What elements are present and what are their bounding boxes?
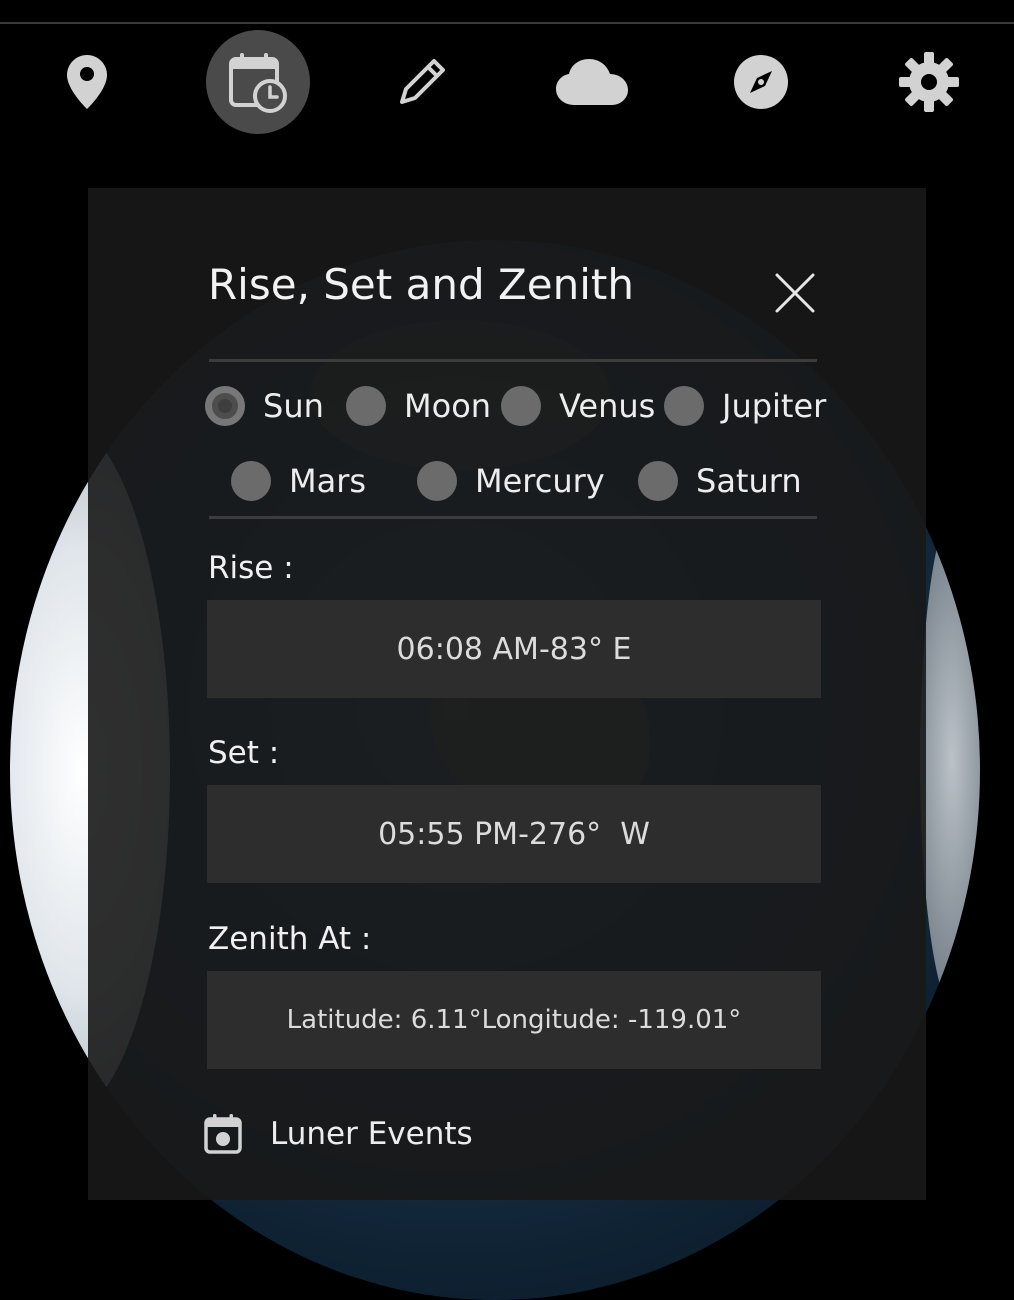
radio-venus[interactable]: Venus (501, 386, 655, 426)
set-azimuth: 276° W (528, 816, 650, 852)
zenith-latitude: Latitude: 6.11° (286, 1005, 482, 1035)
rise-value-box: 06:08 AM - 83° E (207, 600, 821, 698)
set-value-box: 05:55 PM - 276° W (207, 785, 821, 883)
weather-tool-button[interactable] (540, 30, 644, 134)
status-bar-divider (0, 22, 1014, 24)
radio-button-selected (205, 386, 245, 426)
rise-label: Rise : (208, 550, 294, 586)
lunar-events-label: Luner Events (270, 1116, 473, 1152)
rise-set-zenith-dialog: Rise, Set and Zenith Sun Moon Venus Jupi… (88, 188, 926, 1200)
radio-moon[interactable]: Moon (346, 386, 491, 426)
rise-azimuth: 83° E (549, 631, 632, 667)
separator: - (538, 631, 550, 667)
radio-jupiter[interactable]: Jupiter (664, 386, 826, 426)
dialog-title: Rise, Set and Zenith (208, 260, 634, 309)
calendar-clock-icon (229, 53, 287, 113)
divider (209, 359, 817, 362)
zenith-longitude: Longitude: -119.01° (481, 1005, 742, 1035)
radio-mars[interactable]: Mars (231, 461, 366, 501)
radio-saturn[interactable]: Saturn (638, 461, 802, 501)
radio-button (501, 386, 541, 426)
divider (209, 516, 817, 519)
radio-button (417, 461, 457, 501)
rise-time: 06:08 AM (396, 631, 539, 667)
separator: - (518, 816, 529, 852)
cloud-icon (556, 59, 628, 105)
rise-set-tool-button[interactable] (206, 30, 310, 134)
compass-tool-button[interactable] (709, 30, 813, 134)
radio-mercury[interactable]: Mercury (417, 461, 605, 501)
radio-sun[interactable]: Sun (205, 386, 324, 426)
ice-rim (920, 500, 980, 1020)
calendar-moon-icon (204, 1114, 242, 1154)
radio-button (638, 461, 678, 501)
set-time: 05:55 PM (378, 816, 519, 852)
settings-tool-button[interactable] (877, 30, 981, 134)
radio-button (231, 461, 271, 501)
radio-button (664, 386, 704, 426)
gear-icon (899, 52, 959, 112)
zenith-label: Zenith At : (208, 921, 372, 957)
location-pin-icon (67, 55, 107, 109)
set-label: Set : (208, 735, 280, 771)
pencil-icon (400, 59, 445, 104)
draw-tool-button[interactable] (370, 30, 474, 134)
close-button[interactable] (774, 272, 816, 314)
close-icon (775, 273, 815, 313)
top-toolbar (0, 30, 1014, 134)
location-tool-button[interactable] (35, 30, 139, 134)
radio-button (346, 386, 386, 426)
compass-icon (734, 55, 788, 109)
lunar-events-link[interactable]: Luner Events (204, 1114, 473, 1154)
zenith-value-box: Latitude: 6.11° Longitude: -119.01° (207, 971, 821, 1069)
